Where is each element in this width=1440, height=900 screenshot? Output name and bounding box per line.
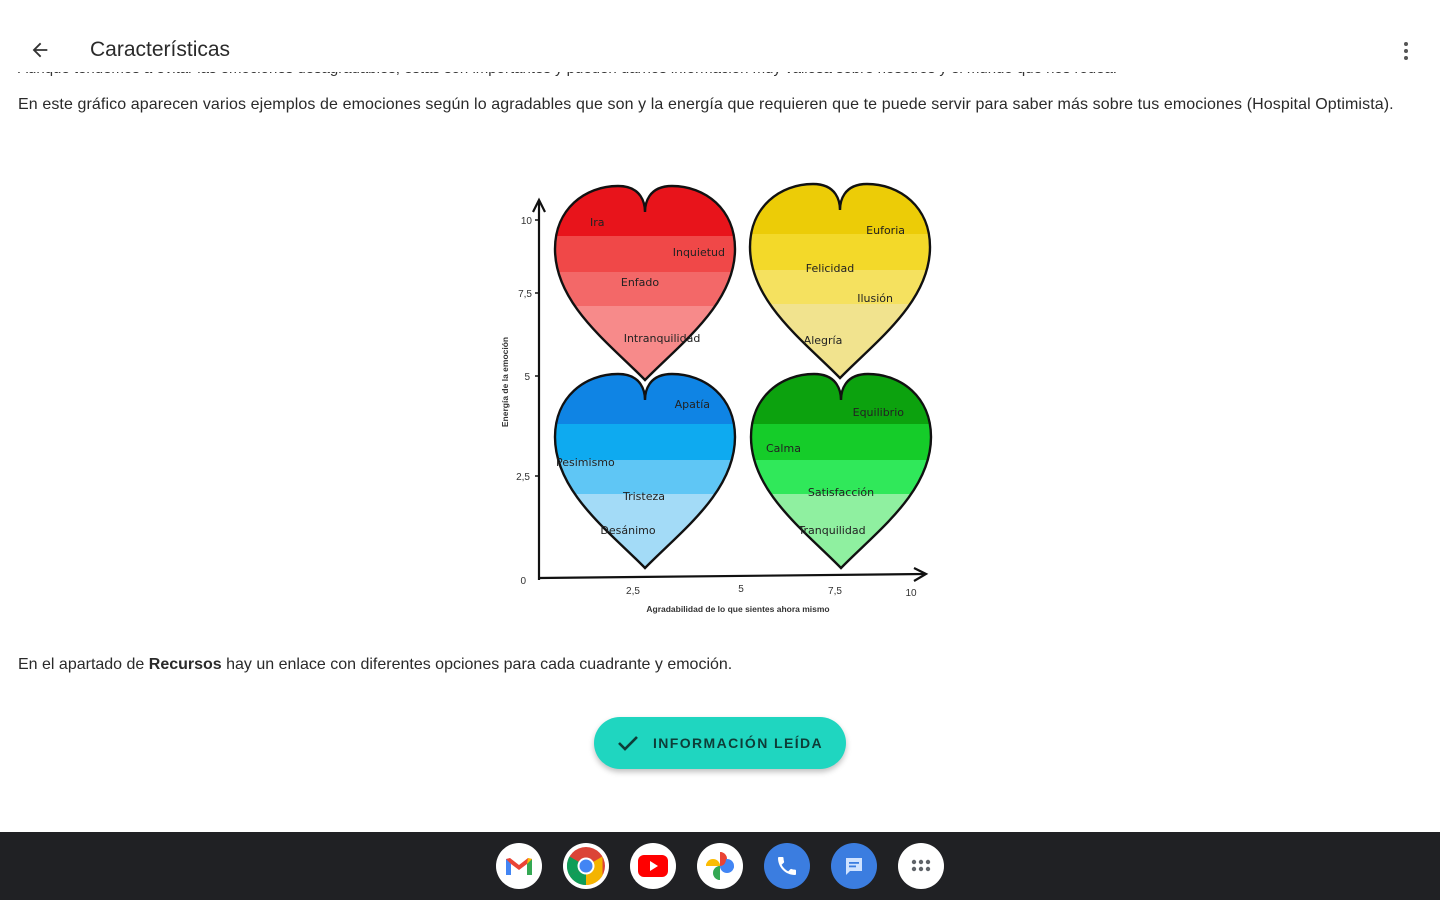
emotion-quadrant-figure: 0 2,5 5 7,5 10 2,5 5 7,5 10 Energía de l…	[490, 170, 950, 630]
emotion-label: Alegría	[804, 334, 843, 347]
y-axis-label: Energía de la emoción	[500, 337, 510, 427]
messages-app[interactable]	[831, 843, 877, 889]
information-read-button[interactable]: INFORMACIÓN LEÍDA	[594, 717, 846, 769]
y-tick-label: 0	[520, 576, 526, 587]
system-taskbar	[0, 832, 1440, 900]
phone-icon	[778, 857, 796, 875]
x-ticks: 2,5 5 7,5 10	[626, 584, 917, 599]
heart-color-bands	[751, 374, 931, 568]
gmail-app[interactable]	[496, 843, 542, 889]
chrome-app[interactable]	[563, 843, 609, 889]
x-tick-label: 7,5	[828, 586, 842, 597]
heart-band	[750, 270, 930, 305]
heart-color-bands	[750, 184, 930, 378]
emotion-label: Desánimo	[600, 524, 655, 537]
resources-text-suffix: hay un enlace con diferentes opciones pa…	[221, 656, 733, 673]
page-title: Características	[90, 38, 231, 61]
emotion-label: Equilibrio	[853, 406, 905, 419]
heart-blue: Apatía Pesimismo Tristeza Desánimo	[553, 372, 737, 570]
youtube-icon	[638, 855, 668, 877]
app-bar: Características	[0, 0, 1440, 72]
gmail-icon	[506, 858, 532, 875]
emotion-label: Euforia	[866, 224, 905, 237]
heart-green: Equilibrio Calma Satisfacción Tranquilidad	[749, 372, 933, 570]
resources-paragraph: En el apartado de Recursos hay un enlace…	[18, 656, 732, 674]
y-tick-label: 5	[524, 372, 530, 383]
x-axis-line	[538, 572, 925, 580]
x-tick-label: 5	[738, 584, 744, 595]
chrome-icon	[566, 847, 605, 886]
youtube-app[interactable]	[630, 843, 676, 889]
app-launcher[interactable]	[898, 843, 944, 889]
app-launcher-icon	[911, 859, 931, 872]
emotion-label: Ira	[590, 216, 605, 229]
emotion-label: Satisfacción	[808, 486, 874, 499]
emotion-label: Felicidad	[806, 262, 854, 275]
messages-icon	[846, 858, 862, 875]
emotion-label: Ilusión	[857, 292, 893, 305]
heart-color-bands	[555, 374, 735, 568]
emotion-label: Pesimismo	[556, 456, 615, 469]
phone-app[interactable]	[764, 843, 810, 889]
y-tick-label: 2,5	[516, 472, 530, 483]
emotion-label: Calma	[766, 442, 801, 455]
emotion-label: Tranquilidad	[797, 524, 865, 537]
information-read-label: INFORMACIÓN LEÍDA	[652, 735, 823, 751]
x-tick-label: 2,5	[626, 586, 640, 597]
emotion-quadrant-image: 0 2,5 5 7,5 10 2,5 5 7,5 10 Energía de l…	[500, 182, 933, 614]
heart-band	[555, 306, 735, 380]
emotion-label: Enfado	[621, 276, 660, 289]
resources-link-word: Recursos	[148, 656, 222, 673]
y-tick-label: 7,5	[518, 289, 532, 300]
check-icon	[618, 736, 638, 751]
resources-text-prefix: En el apartado de	[18, 656, 149, 673]
photos-app[interactable]	[697, 843, 743, 889]
emotion-label: Intranquilidad	[624, 332, 701, 345]
emotion-label: Apatía	[675, 398, 710, 411]
emotion-label: Tristeza	[622, 490, 665, 503]
overflow-menu-button[interactable]	[1392, 36, 1420, 66]
more-vert-icon	[1404, 42, 1408, 60]
y-tick-label: 10	[521, 216, 533, 227]
heart-red: Ira Inquietud Enfado Intranquilidad	[553, 184, 737, 382]
arrow-left-icon	[32, 42, 48, 58]
intro-paragraph: En este gráfico aparecen varios ejemplos…	[18, 96, 1394, 113]
emotion-label: Inquietud	[673, 246, 725, 259]
y-ticks: 0 2,5 5 7,5 10	[516, 216, 539, 587]
x-tick-label: 10	[905, 588, 917, 599]
heart-yellow: Euforia Felicidad Ilusión Alegría	[748, 182, 932, 380]
back-button[interactable]	[22, 32, 58, 68]
x-axis-label: Agradabilidad de lo que sientes ahora mi…	[646, 604, 829, 614]
photos-icon	[706, 852, 734, 880]
